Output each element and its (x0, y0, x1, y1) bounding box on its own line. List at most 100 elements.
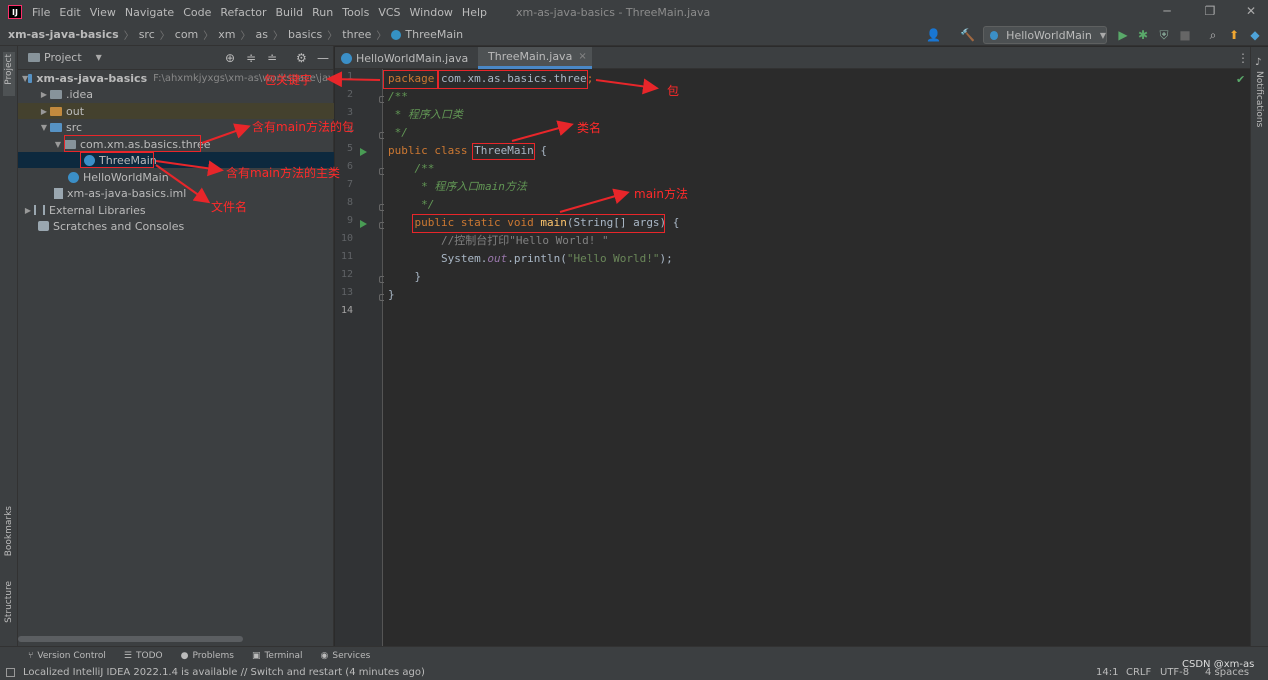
menu-run[interactable]: Run (312, 6, 333, 19)
coverage-icon[interactable]: ⛨ (1157, 28, 1171, 42)
minimize-icon[interactable]: ─ (1160, 4, 1174, 18)
line-separator[interactable]: CRLF (1126, 667, 1151, 678)
out-field: out (487, 252, 508, 265)
collapse-all-icon[interactable]: ≐ (267, 51, 277, 65)
menu-build[interactable]: Build (276, 6, 304, 19)
code-line-3: * 程序入口类 (388, 108, 463, 121)
close-tab-icon[interactable]: × (578, 51, 586, 62)
bookmarks-tool-tab[interactable]: Bookmarks (4, 506, 14, 556)
chevron-down-icon[interactable]: ▼ (38, 123, 50, 132)
project-horizontal-scrollbar[interactable] (18, 636, 243, 642)
hide-icon[interactable]: — (317, 51, 329, 65)
problems-tool[interactable]: ● Problems (181, 651, 234, 661)
annotation-package: 包 (667, 84, 680, 98)
breadcrumb-com[interactable]: com (175, 28, 199, 41)
notifications-tool-tab[interactable]: Notifications (1254, 71, 1264, 127)
bell-icon[interactable]: ♪ (1255, 57, 1261, 68)
services-tool[interactable]: ◉ Services (321, 651, 371, 661)
breadcrumb-three[interactable]: three (342, 28, 371, 41)
breadcrumb-project[interactable]: xm-as-java-basics (8, 28, 119, 41)
menu-window[interactable]: Window (410, 6, 453, 19)
terminal-icon: ▣ (251, 650, 261, 661)
tool-label: Version Control (37, 650, 106, 661)
run-gutter-icon[interactable] (360, 220, 367, 228)
tool-label: Services (332, 650, 371, 661)
update-icon[interactable]: ⬆ (1227, 28, 1241, 42)
run-config-select[interactable]: HelloWorldMain ▼ (983, 26, 1107, 44)
run-icon[interactable]: ▶ (1116, 28, 1130, 42)
menu-code[interactable]: Code (183, 6, 211, 19)
tree-item-iml[interactable]: xm-as-java-basics.iml (18, 185, 334, 201)
run-config-label: HelloWorldMain (1006, 28, 1092, 42)
chevron-right-icon[interactable]: ▶ (38, 107, 50, 116)
menu-help[interactable]: Help (462, 6, 487, 19)
chevron-right-icon[interactable]: ▶ (22, 206, 34, 215)
status-message[interactable]: Localized IntelliJ IDEA 2022.1.4 is avai… (23, 667, 425, 678)
gear-icon[interactable]: ⚙ (296, 51, 307, 65)
tree-item-label: xm-as-java-basics (36, 71, 148, 85)
menu-navigate[interactable]: Navigate (125, 6, 174, 19)
list-icon: ☰ (123, 650, 132, 661)
println-call: .println( (507, 252, 567, 265)
tree-item-label: .idea (66, 87, 94, 101)
tab-label: HelloWorldMain.java (356, 51, 469, 65)
chevron-right-icon[interactable]: ▶ (38, 90, 50, 99)
tab-threemain[interactable]: ThreeMain.java × (478, 47, 592, 69)
debug-icon[interactable]: ✱ (1136, 28, 1150, 42)
chevron-down-icon[interactable]: ▼ (52, 140, 64, 149)
breadcrumb-as[interactable]: as (256, 28, 268, 41)
annotation-box-main-method (412, 214, 665, 233)
tree-item-out[interactable]: ▶ out (18, 103, 334, 119)
tree-item-idea[interactable]: ▶ .idea (18, 86, 334, 102)
system-ref: System. (388, 252, 488, 265)
run-gutter-icon[interactable] (360, 148, 367, 156)
caret-position[interactable]: 14:1 (1096, 667, 1118, 678)
jetbrains-icon[interactable]: ◆ (1248, 28, 1262, 42)
chevron-right-icon: 〉 (272, 31, 283, 42)
class-icon (68, 171, 79, 183)
breadcrumb-threemain[interactable]: ThreeMain (405, 28, 463, 41)
code-line-12: } (388, 270, 422, 283)
breadcrumb-src[interactable]: src (139, 28, 155, 41)
chevron-down-icon: ▼ (1099, 30, 1106, 40)
expand-all-icon[interactable]: ≑ (246, 51, 256, 65)
iml-file-icon (54, 187, 63, 199)
menu-file[interactable]: File (32, 6, 50, 19)
project-panel-title[interactable]: Project (44, 51, 82, 64)
menu-edit[interactable]: Edit (59, 6, 80, 19)
menu-view[interactable]: View (90, 6, 116, 19)
menu-vcs[interactable]: VCS (378, 6, 400, 19)
build-hammer-icon[interactable]: 🔨 (960, 28, 975, 42)
tree-item-external-libraries[interactable]: ▶ External Libraries (18, 202, 334, 218)
breadcrumb-basics[interactable]: basics (288, 28, 322, 41)
annotation-main-package: 含有main方法的包 (252, 120, 354, 134)
search-icon[interactable]: ⌕ (1206, 28, 1220, 42)
code-line-10: //控制台打印"Hello World! " (388, 234, 609, 247)
chevron-down-icon[interactable]: ▼ (96, 53, 102, 62)
tab-label: ThreeMain.java (488, 50, 573, 63)
terminal-tool[interactable]: ▣ Terminal (252, 651, 303, 661)
tree-item-scratches[interactable]: Scratches and Consoles (18, 218, 334, 234)
structure-tool-tab[interactable]: Structure (4, 581, 14, 623)
line-number: 1 (346, 71, 353, 82)
line-number: 5 (346, 143, 353, 154)
restore-icon[interactable]: ❐ (1203, 4, 1217, 18)
menu-tools[interactable]: Tools (342, 6, 369, 19)
user-icon[interactable]: 👤 (926, 28, 941, 42)
tab-helloworldmain[interactable]: HelloWorldMain.java (335, 47, 477, 69)
version-control-tool[interactable]: ⑂ Version Control (28, 651, 106, 661)
chevron-right-icon: 〉 (240, 31, 251, 42)
more-options-icon[interactable]: ⋮ (1237, 51, 1249, 65)
project-tool-tab[interactable]: Project (4, 54, 14, 85)
folder-icon (50, 89, 62, 99)
project-folder-icon (28, 53, 40, 62)
menu-refactor[interactable]: Refactor (220, 6, 266, 19)
status-toggle-icon[interactable] (6, 667, 15, 677)
close-window-icon[interactable]: ✕ (1244, 4, 1258, 18)
todo-tool[interactable]: ☰ TODO (124, 651, 163, 661)
inspection-ok-icon[interactable]: ✔ (1236, 73, 1245, 86)
stop-icon[interactable]: ■ (1178, 28, 1192, 42)
breadcrumb-xm[interactable]: xm (218, 28, 235, 41)
locate-icon[interactable]: ⊕ (225, 51, 235, 65)
annotation-box-package-name (438, 70, 588, 89)
